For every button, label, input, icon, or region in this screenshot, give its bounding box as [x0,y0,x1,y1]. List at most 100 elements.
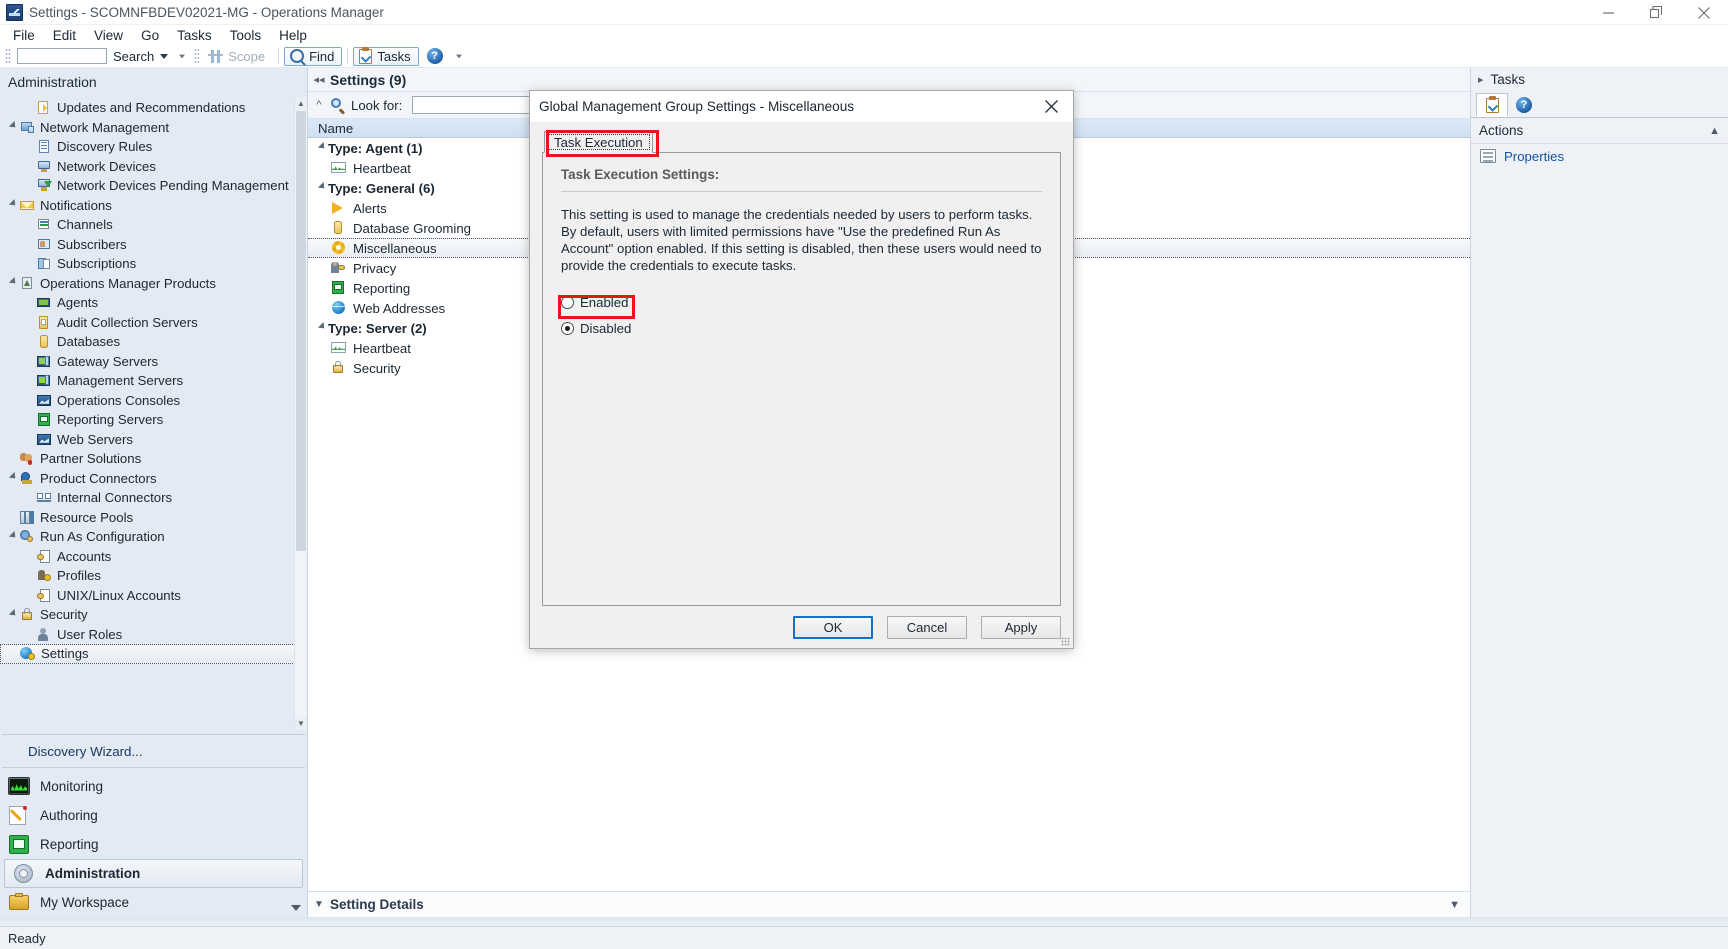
search-label[interactable]: Search [111,49,156,64]
navigation-scrollbar[interactable]: ▲ ▼ [294,97,307,730]
details-caret-icon[interactable]: ▼ [308,899,330,910]
tree-item-discovery-rules[interactable]: Discovery Rules [0,137,307,157]
expand-filter-icon[interactable]: ^ [308,99,330,111]
scroll-down-icon[interactable]: ▼ [295,717,307,730]
tree-expander-icon[interactable] [8,277,19,287]
tree-item-label: Resource Pools [40,509,134,525]
search-dropdown-icon[interactable] [160,53,169,59]
menu-view[interactable]: View [85,27,132,44]
tasks-button[interactable]: Tasks [353,46,419,66]
tree-item-updates-and-recommendations[interactable]: Updates and Recommendations [0,98,307,118]
tree-item-management-servers[interactable]: Management Servers [0,371,307,391]
tree-item-resource-pools[interactable]: Resource Pools [0,508,307,528]
group-expander-icon[interactable] [316,321,328,332]
discovery-wizard-link[interactable]: Discovery Wizard... [0,735,307,767]
menu-edit[interactable]: Edit [44,27,85,44]
tree-item-databases[interactable]: Databases [0,332,307,352]
tree-item-user-roles[interactable]: User Roles [0,625,307,645]
minimize-button[interactable] [1584,0,1632,25]
resize-grip-icon[interactable] [1061,637,1070,646]
toolbar-grip-icon[interactable] [5,48,11,64]
lock-icon [19,607,36,622]
actions-section-header[interactable]: Actions ▲ [1471,118,1728,144]
collapse-left-icon[interactable]: ◂◂ [308,73,330,86]
tree-item-label: Web Servers [57,431,133,447]
tab-task-execution[interactable]: Task Execution [544,131,653,153]
tree-item-reporting-servers[interactable]: Reporting Servers [0,410,307,430]
tree-item-agents[interactable]: Agents [0,293,307,313]
authoring-icon [8,805,30,827]
tree-item-gateway-servers[interactable]: Gateway Servers [0,352,307,372]
nav-button-administration[interactable]: Administration [4,859,303,888]
menu-go[interactable]: Go [132,27,168,44]
tree-item-web-servers[interactable]: Web Servers [0,430,307,450]
radio-enabled[interactable]: Enabled [561,292,628,312]
navigation-tree[interactable]: Updates and Recommendations Network Manag… [0,97,307,730]
cancel-button[interactable]: Cancel [887,615,967,639]
group-expander-icon[interactable] [316,141,328,152]
help-icon[interactable]: ? [426,48,443,64]
expand-right-icon[interactable]: ▸ [1478,73,1484,86]
close-button[interactable] [1680,0,1728,25]
nav-button-authoring[interactable]: Authoring [0,801,307,830]
group-expander-icon[interactable] [316,181,328,192]
tree-item-accounts[interactable]: Accounts [0,547,307,567]
tree-expander-icon[interactable] [8,472,19,482]
scroll-thumb[interactable] [296,111,306,551]
tree-item-security[interactable]: Security [0,605,307,625]
tree-item-audit-collection-servers[interactable]: Audit Collection Servers [0,313,307,333]
tree-item-subscriptions[interactable]: Subscriptions [0,254,307,274]
tree-item-operations-manager-products[interactable]: Operations Manager Products [0,274,307,294]
apply-button[interactable]: Apply [981,615,1061,639]
details-expand-icon[interactable]: ▼ [1449,899,1460,911]
tree-expander-icon[interactable] [8,199,19,209]
tree-expander-icon[interactable] [8,608,19,619]
tree-item-settings[interactable]: Settings [0,644,307,664]
tree-item-operations-consoles[interactable]: Operations Consoles [0,391,307,411]
tab-tasks[interactable] [1476,93,1508,117]
tree-item-label: Subscribers [57,236,127,252]
action-properties[interactable]: Properties [1471,144,1728,168]
tree-item-internal-connectors[interactable]: Internal Connectors [0,488,307,508]
tree-item-product-connectors[interactable]: Product Connectors [0,469,307,489]
setting-details-bar[interactable]: ▼ Setting Details ▼ [308,891,1470,917]
toolbar-overflow2-icon[interactable] [455,54,462,58]
nav-button-monitoring[interactable]: Monitoring [0,772,307,801]
radio-disabled[interactable]: Disabled [561,318,631,338]
tree-expander-icon[interactable] [8,121,19,131]
scope-button[interactable]: Scope [202,47,273,66]
maximize-restore-button[interactable] [1632,0,1680,25]
ok-button[interactable]: OK [793,615,873,639]
tree-item-network-management[interactable]: Network Management [0,118,307,138]
tree-item-channels[interactable]: Channels [0,215,307,235]
tree-item-partner-solutions[interactable]: Partner Solutions [0,449,307,469]
tab-help[interactable]: ? [1508,93,1540,117]
nav-button-my-workspace[interactable]: My Workspace [0,888,307,917]
tree-item-network-devices[interactable]: Network Devices [0,157,307,177]
clipboard-icon [359,46,373,64]
menu-tools[interactable]: Tools [221,27,271,44]
menu-tasks[interactable]: Tasks [168,27,221,44]
search-input[interactable] [17,48,107,64]
actions-collapse-icon[interactable]: ▲ [1709,125,1720,137]
tree-item-profiles[interactable]: Profiles [0,566,307,586]
find-label: Find [309,48,335,64]
tree-item-notifications[interactable]: Notifications [0,196,307,216]
setting-details-title: Setting Details [330,897,424,912]
toolbar-overflow-icon[interactable] [179,54,186,58]
tree-item-network-devices-pending-management[interactable]: Network Devices Pending Management [0,176,307,196]
toolbar-grip2-icon[interactable] [194,48,201,64]
column-name[interactable]: Name [308,121,353,136]
tree-item-subscribers[interactable]: Subscribers [0,235,307,255]
dialog-close-button[interactable] [1029,91,1073,122]
menu-file[interactable]: File [4,27,44,44]
tree-item-run-as-configuration[interactable]: Run As Configuration [0,527,307,547]
tree-expander-icon[interactable] [8,530,19,541]
menu-help[interactable]: Help [270,27,316,44]
nav-button-reporting[interactable]: Reporting [0,830,307,859]
scroll-up-icon[interactable]: ▲ [295,97,307,110]
find-button[interactable]: Find [284,46,343,66]
nav-overflow-icon[interactable] [291,905,301,911]
tree-item-label: Product Connectors [40,470,157,486]
tree-item-unix-linux-accounts[interactable]: UNIX/Linux Accounts [0,586,307,606]
